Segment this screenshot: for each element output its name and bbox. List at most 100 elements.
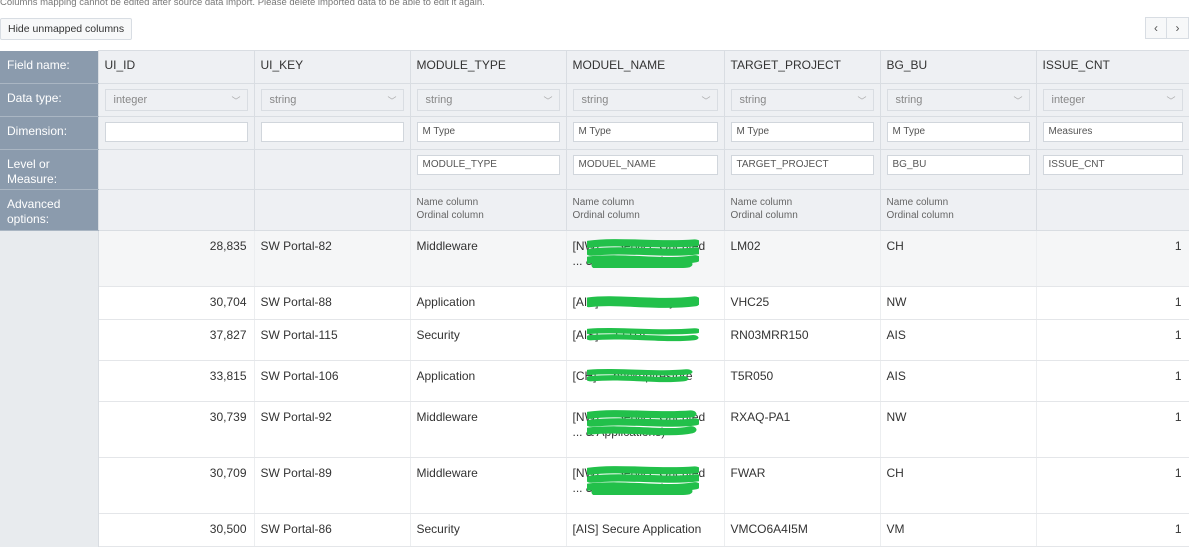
next-page-button[interactable]: › (1167, 17, 1189, 39)
dimension-input[interactable]: Measures (1042, 122, 1183, 142)
advanced-cell (253, 189, 411, 231)
hide-unmapped-columns-button[interactable]: Hide unmapped columns (0, 18, 133, 40)
data-type-select[interactable]: string ﹀ (886, 89, 1030, 111)
name-column-option[interactable]: Name column (887, 196, 1030, 209)
dimension-input[interactable]: M Type (572, 122, 718, 142)
level-cell: BG_BU (879, 149, 1037, 190)
ordinal-column-option[interactable]: Ordinal column (731, 209, 874, 222)
ordinal-column-option[interactable]: Ordinal column (887, 209, 1030, 222)
bg-bu-cell: CH (880, 457, 1037, 514)
level-input[interactable]: MODUEL_NAME (572, 155, 718, 175)
data-type-select[interactable]: string ﹀ (416, 89, 560, 111)
issue-cnt-cell: 1 (1036, 360, 1189, 402)
chevron-down-icon: ﹀ (543, 95, 553, 106)
name-column-option[interactable]: Name column (731, 196, 874, 209)
ui-id-cell: 30,704 (98, 286, 255, 320)
dimension-cell: M Type (565, 116, 725, 150)
data-type-select[interactable]: integer ﹀ (1042, 89, 1183, 111)
ordinal-column-option[interactable]: Ordinal column (573, 209, 718, 222)
issue-cnt-cell: 1 (1036, 457, 1189, 514)
row-spacer (0, 230, 99, 287)
dimension-input[interactable] (260, 122, 404, 142)
bg-bu-cell: VM (880, 513, 1037, 547)
row-spacer (0, 401, 99, 458)
moduel-name-text: [NW] ... Service Oriented ... & Applicat… (572, 466, 706, 495)
target-project-cell: VMCO6A4I5M (724, 513, 881, 547)
bg-bu-cell: CH (880, 230, 1037, 287)
chevron-down-icon: ﹀ (231, 95, 241, 106)
issue-cnt-cell: 1 (1036, 286, 1189, 320)
chevron-down-icon: ﹀ (1166, 95, 1176, 106)
ui-key-cell: SW Portal-89 (254, 457, 411, 514)
moduel-name-cell: [AIS] DLMS Library (566, 286, 725, 320)
issue-cnt-cell: 1 (1036, 319, 1189, 361)
column-name: MODUEL_NAME (572, 58, 666, 72)
ordinal-column-option[interactable]: Ordinal column (417, 209, 560, 222)
moduel-name-text: [CH] ... backup/restore (572, 369, 693, 383)
advanced-cell: Name column Ordinal column (723, 189, 881, 231)
data-type-select[interactable]: string ﹀ (572, 89, 718, 111)
dimension-input[interactable]: M Type (730, 122, 874, 142)
ui-key-cell: SW Portal-115 (254, 319, 411, 361)
ui-key-cell: SW Portal-92 (254, 401, 411, 458)
data-type-value: integer (113, 94, 148, 106)
row-spacer (0, 360, 99, 402)
advanced-cell: Name column Ordinal column (565, 189, 725, 231)
level-input[interactable]: MODULE_TYPE (416, 155, 560, 175)
moduel-name-cell: [NW] ... Service Oriented ... & Applicat… (566, 230, 725, 287)
level-cell: MODUEL_NAME (565, 149, 725, 190)
dimension-input[interactable] (104, 122, 248, 142)
table-row: 28,835 SW Portal-82 Middleware [NW] ... … (0, 230, 1189, 287)
dimension-input[interactable]: M Type (416, 122, 560, 142)
advanced-options-label: Advanced options: (0, 189, 98, 231)
level-input[interactable]: ISSUE_CNT (1042, 155, 1183, 175)
moduel-name-cell: [CH] ... backup/restore (566, 360, 725, 402)
column-name: UI_ID (104, 58, 136, 72)
row-spacer (0, 286, 99, 320)
target-project-cell: LM02 (724, 230, 881, 287)
ui-id-cell: 30,709 (98, 457, 255, 514)
dimension-input[interactable]: M Type (886, 122, 1030, 142)
ui-id-cell: 28,835 (98, 230, 255, 287)
advanced-cell (1035, 189, 1189, 231)
table-row: 37,827 SW Portal-115 Security [AIS] ... … (0, 319, 1189, 361)
ui-key-cell: SW Portal-106 (254, 360, 411, 402)
data-type-select[interactable]: string ﹀ (730, 89, 874, 111)
level-input[interactable]: BG_BU (886, 155, 1030, 175)
table-row: 33,815 SW Portal-106 Application [CH] ..… (0, 360, 1189, 402)
moduel-name-text: [AIS] DLMS Library (572, 295, 676, 309)
module-type-cell: Security (410, 513, 567, 547)
field-name-cell: UI_ID (97, 50, 255, 84)
data-type-cell: string ﹀ (723, 83, 881, 117)
prev-page-button[interactable]: ‹ (1145, 17, 1167, 39)
name-column-option[interactable]: Name column (573, 196, 718, 209)
data-type-select[interactable]: integer ﹀ (104, 89, 248, 111)
module-type-cell: Security (410, 319, 567, 361)
level-cell (97, 149, 255, 190)
module-type-cell: Middleware (410, 401, 567, 458)
moduel-name-cell: [NW] ... Service Oriented ... & Applicat… (566, 401, 725, 458)
moduel-name-text: [NW] ... Service Oriented ... & Applicat… (572, 410, 706, 439)
issue-cnt-cell: 1 (1036, 230, 1189, 287)
name-column-option[interactable]: Name column (417, 196, 560, 209)
level-input[interactable]: TARGET_PROJECT (730, 155, 874, 175)
table-row: 30,500 SW Portal-86 Security [AIS] Secur… (0, 513, 1189, 547)
field-name-cell: ISSUE_CNT (1035, 50, 1189, 84)
field-name-label: Field name: (0, 50, 98, 84)
advanced-cell: Name column Ordinal column (879, 189, 1037, 231)
target-project-cell: RXAQ-PA1 (724, 401, 881, 458)
row-spacer (0, 319, 99, 361)
dimension-label: Dimension: (0, 116, 98, 150)
pager: ‹ › (1145, 17, 1189, 39)
chevron-left-icon: ‹ (1154, 21, 1158, 35)
level-cell (253, 149, 411, 190)
moduel-name-cell: [NW] ... Service Oriented ... & Applicat… (566, 457, 725, 514)
data-type-select[interactable]: string ﹀ (260, 89, 404, 111)
data-type-value: string (581, 94, 609, 106)
target-project-cell: T5R050 (724, 360, 881, 402)
field-name-row: Field name: UI_ID UI_KEY MODULE_TYPE MOD… (0, 50, 1189, 84)
level-cell: ISSUE_CNT (1035, 149, 1189, 190)
data-type-cell: integer ﹀ (1035, 83, 1189, 117)
bg-bu-cell: AIS (880, 319, 1037, 361)
advanced-options-row: Advanced options: Name column Ordinal col… (0, 189, 1189, 231)
